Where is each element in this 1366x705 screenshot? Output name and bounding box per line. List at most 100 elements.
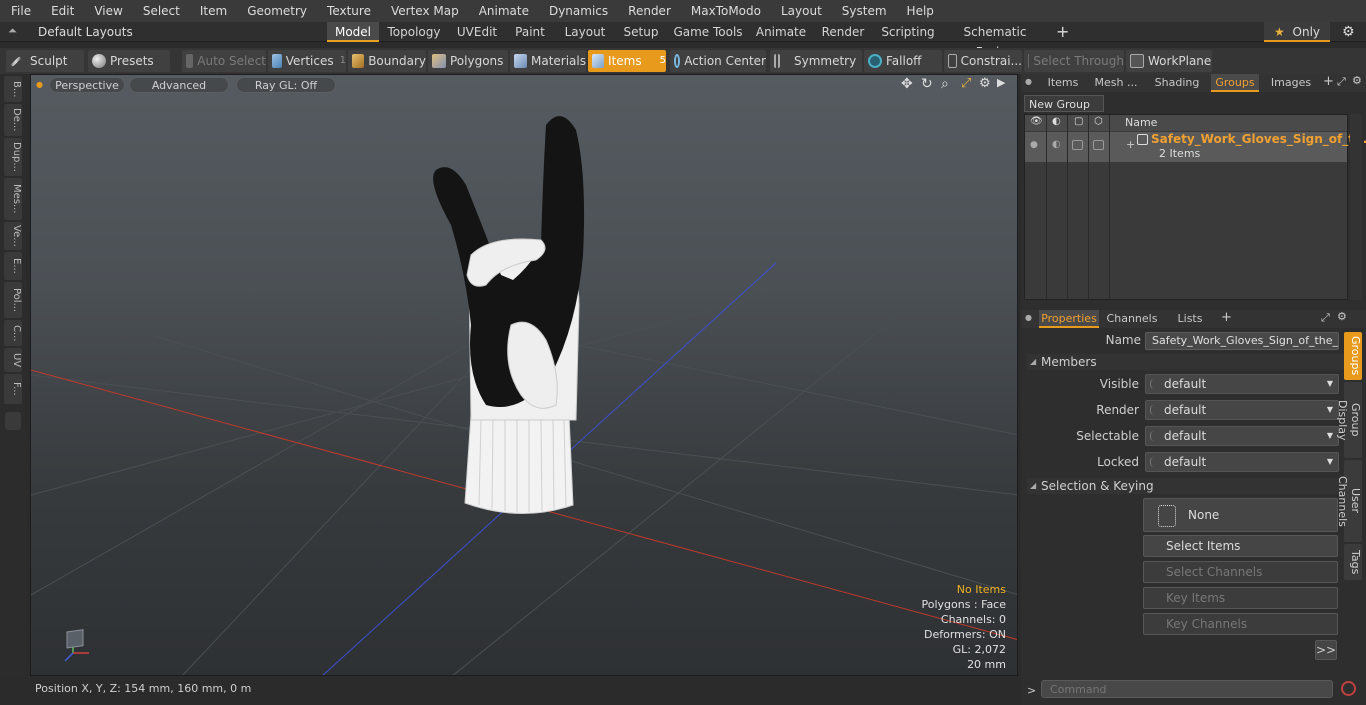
symmetry-button[interactable]: Symmetry (770, 50, 862, 72)
sculpt-button[interactable]: Sculpt (6, 50, 84, 72)
boundary-button[interactable]: Boundary (348, 50, 426, 72)
expand-panel-icon[interactable]: ⤢ (1337, 75, 1346, 89)
visible-dropdown[interactable]: default (1145, 374, 1339, 394)
render-toggle-icon[interactable]: ◐ (1052, 139, 1061, 150)
tab-groups[interactable]: Groups (1211, 74, 1259, 92)
vertices-button[interactable]: Vertices 1 (268, 50, 346, 72)
render-dropdown[interactable]: default (1145, 400, 1339, 420)
tab-properties[interactable]: Properties (1039, 310, 1099, 328)
tab-render[interactable]: Render (816, 22, 870, 42)
menu-view[interactable]: View (83, 0, 131, 22)
left-tab-uv[interactable]: UV (4, 348, 22, 372)
layout-selector[interactable]: Default Layouts ▼ (26, 22, 136, 59)
tab-lists[interactable]: Lists (1167, 310, 1213, 328)
left-tab-vertex[interactable]: Ve... (4, 222, 22, 250)
side-tab-group-display[interactable]: Group Display (1336, 382, 1362, 458)
panel-settings-icon[interactable]: ⚙ (1352, 74, 1362, 87)
left-tab-deform[interactable]: De... (4, 104, 22, 136)
only-toggle[interactable]: ★ Only (1264, 22, 1330, 42)
constraints-button[interactable]: Constrai... (944, 50, 1022, 72)
menu-item[interactable]: Item (189, 0, 236, 22)
panel-menu-dot[interactable]: ● (1025, 77, 1032, 86)
left-tab-polygon[interactable]: Pol... (4, 282, 22, 318)
selectable-dropdown[interactable]: default (1145, 426, 1339, 446)
add-tab-icon[interactable]: + (1056, 22, 1069, 42)
props-menu-dot[interactable]: ● (1025, 313, 1032, 322)
polygons-button[interactable]: Polygons (428, 50, 508, 72)
menu-texture[interactable]: Texture (316, 0, 380, 22)
group-row[interactable]: ● ◐ + Safety_Work_Gloves_Sign_of_t ... 2… (1025, 132, 1366, 162)
auto-select-button[interactable]: Auto Select (182, 50, 266, 72)
menu-system[interactable]: System (831, 0, 896, 22)
menu-maxtomodo[interactable]: MaxToModo (680, 0, 770, 22)
add-props-tab-icon[interactable]: + (1221, 310, 1232, 325)
add-panel-tab-icon[interactable]: + (1323, 74, 1334, 89)
tab-uvedit[interactable]: UVEdit (450, 22, 504, 42)
tab-mesh[interactable]: Mesh ... (1091, 74, 1141, 92)
tab-shading[interactable]: Shading (1149, 74, 1205, 92)
left-tab-curve[interactable]: C... (4, 320, 22, 346)
left-tab-edge[interactable]: E... (4, 252, 22, 280)
tab-model[interactable]: Model (327, 22, 379, 42)
menu-layout[interactable]: Layout (770, 0, 831, 22)
select-through-button[interactable]: Select Through (1024, 50, 1124, 72)
left-tab-mesh-edit[interactable]: Mes... (4, 178, 22, 220)
perspective-button[interactable]: Perspective (49, 77, 125, 93)
select-items-button[interactable]: Select Items (1143, 535, 1338, 557)
collapse-up-icon[interactable]: ⏶ (8, 24, 17, 38)
tab-images[interactable]: Images (1263, 74, 1319, 92)
props-settings-icon[interactable]: ⚙ (1337, 310, 1347, 323)
name-field[interactable]: Safety_Work_Gloves_Sign_of_the_Ho (1145, 332, 1339, 350)
falloff-button[interactable]: Falloff (864, 50, 942, 72)
advanced-button[interactable]: Advanced (129, 77, 229, 93)
key-channels-button[interactable]: Key Channels (1143, 613, 1338, 635)
tab-game-tools[interactable]: Game Tools (670, 22, 746, 42)
expand-group-icon[interactable]: + (1126, 138, 1135, 151)
tab-setup[interactable]: Setup (618, 22, 664, 42)
items-button[interactable]: Items 5 (588, 50, 666, 72)
tab-items[interactable]: Items (1039, 74, 1087, 92)
presets-button[interactable]: Presets (88, 50, 170, 72)
materials-button[interactable]: Materials (510, 50, 586, 72)
raygl-button[interactable]: Ray GL: Off (236, 77, 336, 93)
select-channels-button[interactable]: Select Channels (1143, 561, 1338, 583)
more-button[interactable]: >> (1315, 640, 1337, 660)
action-center-button[interactable]: Action Center (670, 50, 766, 72)
expand-props-icon[interactable]: ⤢ (1321, 311, 1330, 325)
tab-layout[interactable]: Layout (557, 22, 613, 42)
fit-view-icon[interactable]: ⤢ (961, 76, 971, 91)
select-toggle-icon[interactable] (1093, 140, 1104, 150)
menu-dynamics[interactable]: Dynamics (538, 0, 617, 22)
side-tab-groups[interactable]: Groups (1344, 332, 1362, 380)
none-button[interactable]: None (1143, 498, 1338, 532)
menu-vertex-map[interactable]: Vertex Map (380, 0, 468, 22)
side-tab-tags[interactable]: Tags (1344, 544, 1362, 580)
left-tab-duplicate[interactable]: Dup... (4, 138, 22, 176)
locked-dropdown[interactable]: default (1145, 452, 1339, 472)
visibility-eye-icon[interactable]: ● (1030, 140, 1038, 150)
key-items-button[interactable]: Key Items (1143, 587, 1338, 609)
move-view-icon[interactable]: ✥ (901, 76, 913, 92)
view-more-icon[interactable]: ▶ (997, 76, 1005, 89)
viewport-menu-dot[interactable]: ● (36, 80, 43, 89)
tab-topology[interactable]: Topology (383, 22, 445, 42)
left-strip-toggle[interactable] (5, 412, 21, 430)
left-tab-fusion[interactable]: F... (4, 374, 22, 404)
menu-geometry[interactable]: Geometry (236, 0, 316, 22)
menu-animate[interactable]: Animate (468, 0, 538, 22)
menu-edit[interactable]: Edit (40, 0, 83, 22)
3d-viewport[interactable]: ● Perspective Advanced Ray GL: Off ✥ ↻ ⌕… (30, 74, 1018, 676)
members-section-header[interactable]: Members (1027, 354, 1359, 370)
left-tab-basic[interactable]: B... (4, 76, 22, 102)
menu-help[interactable]: Help (896, 0, 943, 22)
lock-toggle-icon[interactable] (1072, 140, 1083, 150)
zoom-view-icon[interactable]: ⌕ (941, 76, 949, 92)
selection-keying-section-header[interactable]: Selection & Keying (1027, 478, 1359, 494)
tab-scripting[interactable]: Scripting (876, 22, 940, 42)
rotate-view-icon[interactable]: ↻ (921, 76, 933, 92)
tab-schematic-fusion[interactable]: Schematic Fusion (945, 22, 1045, 59)
tab-paint[interactable]: Paint (509, 22, 551, 42)
menu-select[interactable]: Select (132, 0, 189, 22)
view-settings-icon[interactable]: ⚙ (979, 76, 991, 91)
side-tab-user-channels[interactable]: User Channels (1336, 460, 1362, 542)
